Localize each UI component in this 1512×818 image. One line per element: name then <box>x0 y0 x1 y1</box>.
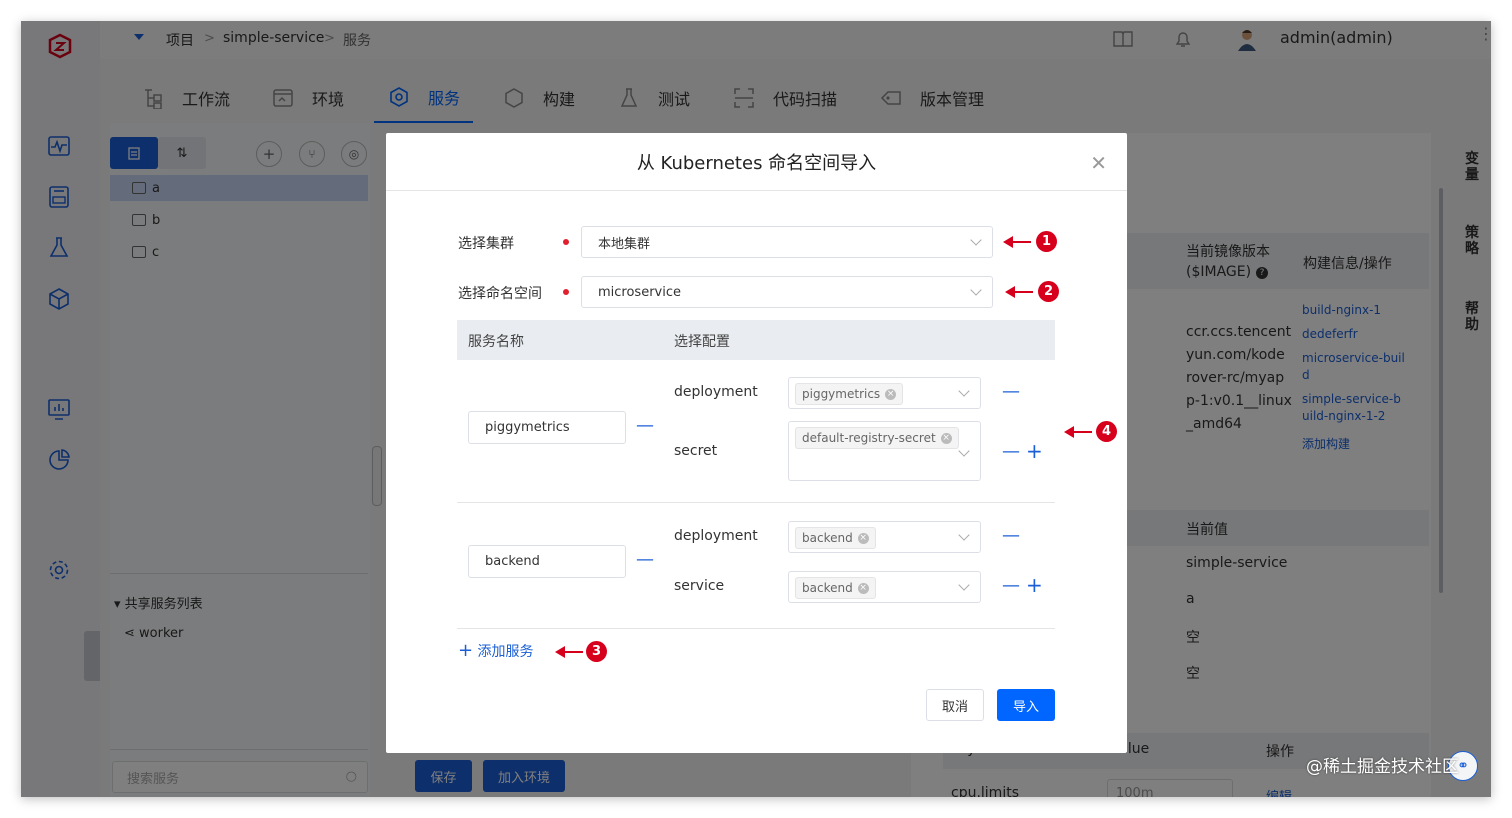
required-indicator <box>563 289 569 295</box>
services-table-header: 服务名称 选择配置 <box>457 320 1055 360</box>
cancel-button[interactable]: 取消 <box>926 689 984 721</box>
namespace-label: 选择命名空间 <box>458 286 542 302</box>
namespace-select[interactable]: microservice <box>581 276 993 308</box>
app-window: 项目 > simple-service > 服务 admin(admin) ⋮ … <box>21 21 1491 797</box>
annotation-arrow <box>1064 426 1092 438</box>
tag-remove-icon[interactable]: × <box>857 582 869 594</box>
remove-service-icon[interactable]: — <box>636 417 654 435</box>
cluster-select[interactable]: 本地集群 <box>581 226 993 258</box>
remove-config-icon[interactable]: — <box>1002 527 1020 545</box>
config-select[interactable]: piggymetrics × <box>788 377 981 409</box>
selected-tag: backend × <box>795 577 876 599</box>
selected-tag: piggymetrics × <box>795 383 904 405</box>
tag-remove-icon[interactable]: × <box>940 432 952 444</box>
service-name-value: backend <box>485 554 540 569</box>
config-kind-label: service <box>674 578 725 594</box>
annotation-badge: 2 <box>1038 281 1059 302</box>
chevron-down-icon <box>958 385 970 397</box>
tag-label: piggymetrics <box>802 387 881 401</box>
chevron-down-icon <box>958 579 970 591</box>
annotation-badge: 3 <box>586 641 607 662</box>
selected-tag: backend × <box>795 527 876 549</box>
add-service-label: 添加服务 <box>477 644 534 660</box>
remove-config-icon[interactable]: — <box>1002 577 1020 595</box>
cluster-label: 选择集群 <box>458 236 514 252</box>
chevron-down-icon <box>958 445 970 457</box>
import-button[interactable]: 导入 <box>997 689 1055 721</box>
column-header-service: 服务名称 <box>468 334 524 350</box>
required-indicator <box>563 239 569 245</box>
config-kind-label: secret <box>674 443 718 459</box>
chevron-down-icon <box>970 284 982 296</box>
add-config-icon[interactable]: + <box>1026 575 1043 595</box>
remove-config-icon[interactable]: — <box>1002 443 1020 461</box>
service-name-input[interactable]: piggymetrics <box>468 411 626 444</box>
cluster-select-value: 本地集群 <box>598 236 651 252</box>
remove-service-icon[interactable]: — <box>636 551 654 569</box>
add-config-icon[interactable]: + <box>1026 441 1043 461</box>
chevron-down-icon <box>970 234 982 246</box>
config-kind-label: deployment <box>674 384 758 400</box>
import-from-k8s-dialog: 从 Kubernetes 命名空间导入 ✕ 选择集群 本地集群 选择命名空间 m… <box>386 133 1127 753</box>
tag-label: default-registry-secret <box>802 431 936 445</box>
selected-tag: default-registry-secret × <box>795 427 959 449</box>
tag-remove-icon[interactable]: × <box>857 532 869 544</box>
watermark: @稀土掘金技术社区 <box>1306 757 1459 777</box>
annotation-badge: 4 <box>1096 421 1117 442</box>
tag-label: backend <box>802 531 853 545</box>
service-name-value: piggymetrics <box>485 420 570 435</box>
column-header-config: 选择配置 <box>674 334 730 350</box>
annotation-badge: 1 <box>1036 231 1057 252</box>
service-name-input[interactable]: backend <box>468 545 626 578</box>
tag-label: backend <box>802 581 853 595</box>
annotation-arrow <box>555 646 583 658</box>
annotation-arrow <box>1005 286 1033 298</box>
annotation-arrow <box>1003 236 1031 248</box>
plus-icon: + <box>458 640 474 661</box>
config-select[interactable]: backend × <box>788 571 981 603</box>
tag-remove-icon[interactable]: × <box>885 388 897 400</box>
close-icon[interactable]: ✕ <box>1090 151 1107 175</box>
namespace-select-value: microservice <box>598 284 682 300</box>
divider <box>457 502 1055 503</box>
dialog-title: 从 Kubernetes 命名空间导入 <box>386 133 1127 191</box>
chevron-down-icon <box>958 529 970 541</box>
remove-config-icon[interactable]: — <box>1002 383 1020 401</box>
config-select[interactable]: backend × <box>788 521 981 553</box>
add-service-link[interactable]: + 添加服务 <box>458 640 534 661</box>
divider <box>457 628 1055 629</box>
config-select[interactable]: default-registry-secret × <box>788 421 981 481</box>
config-kind-label: deployment <box>674 528 758 544</box>
